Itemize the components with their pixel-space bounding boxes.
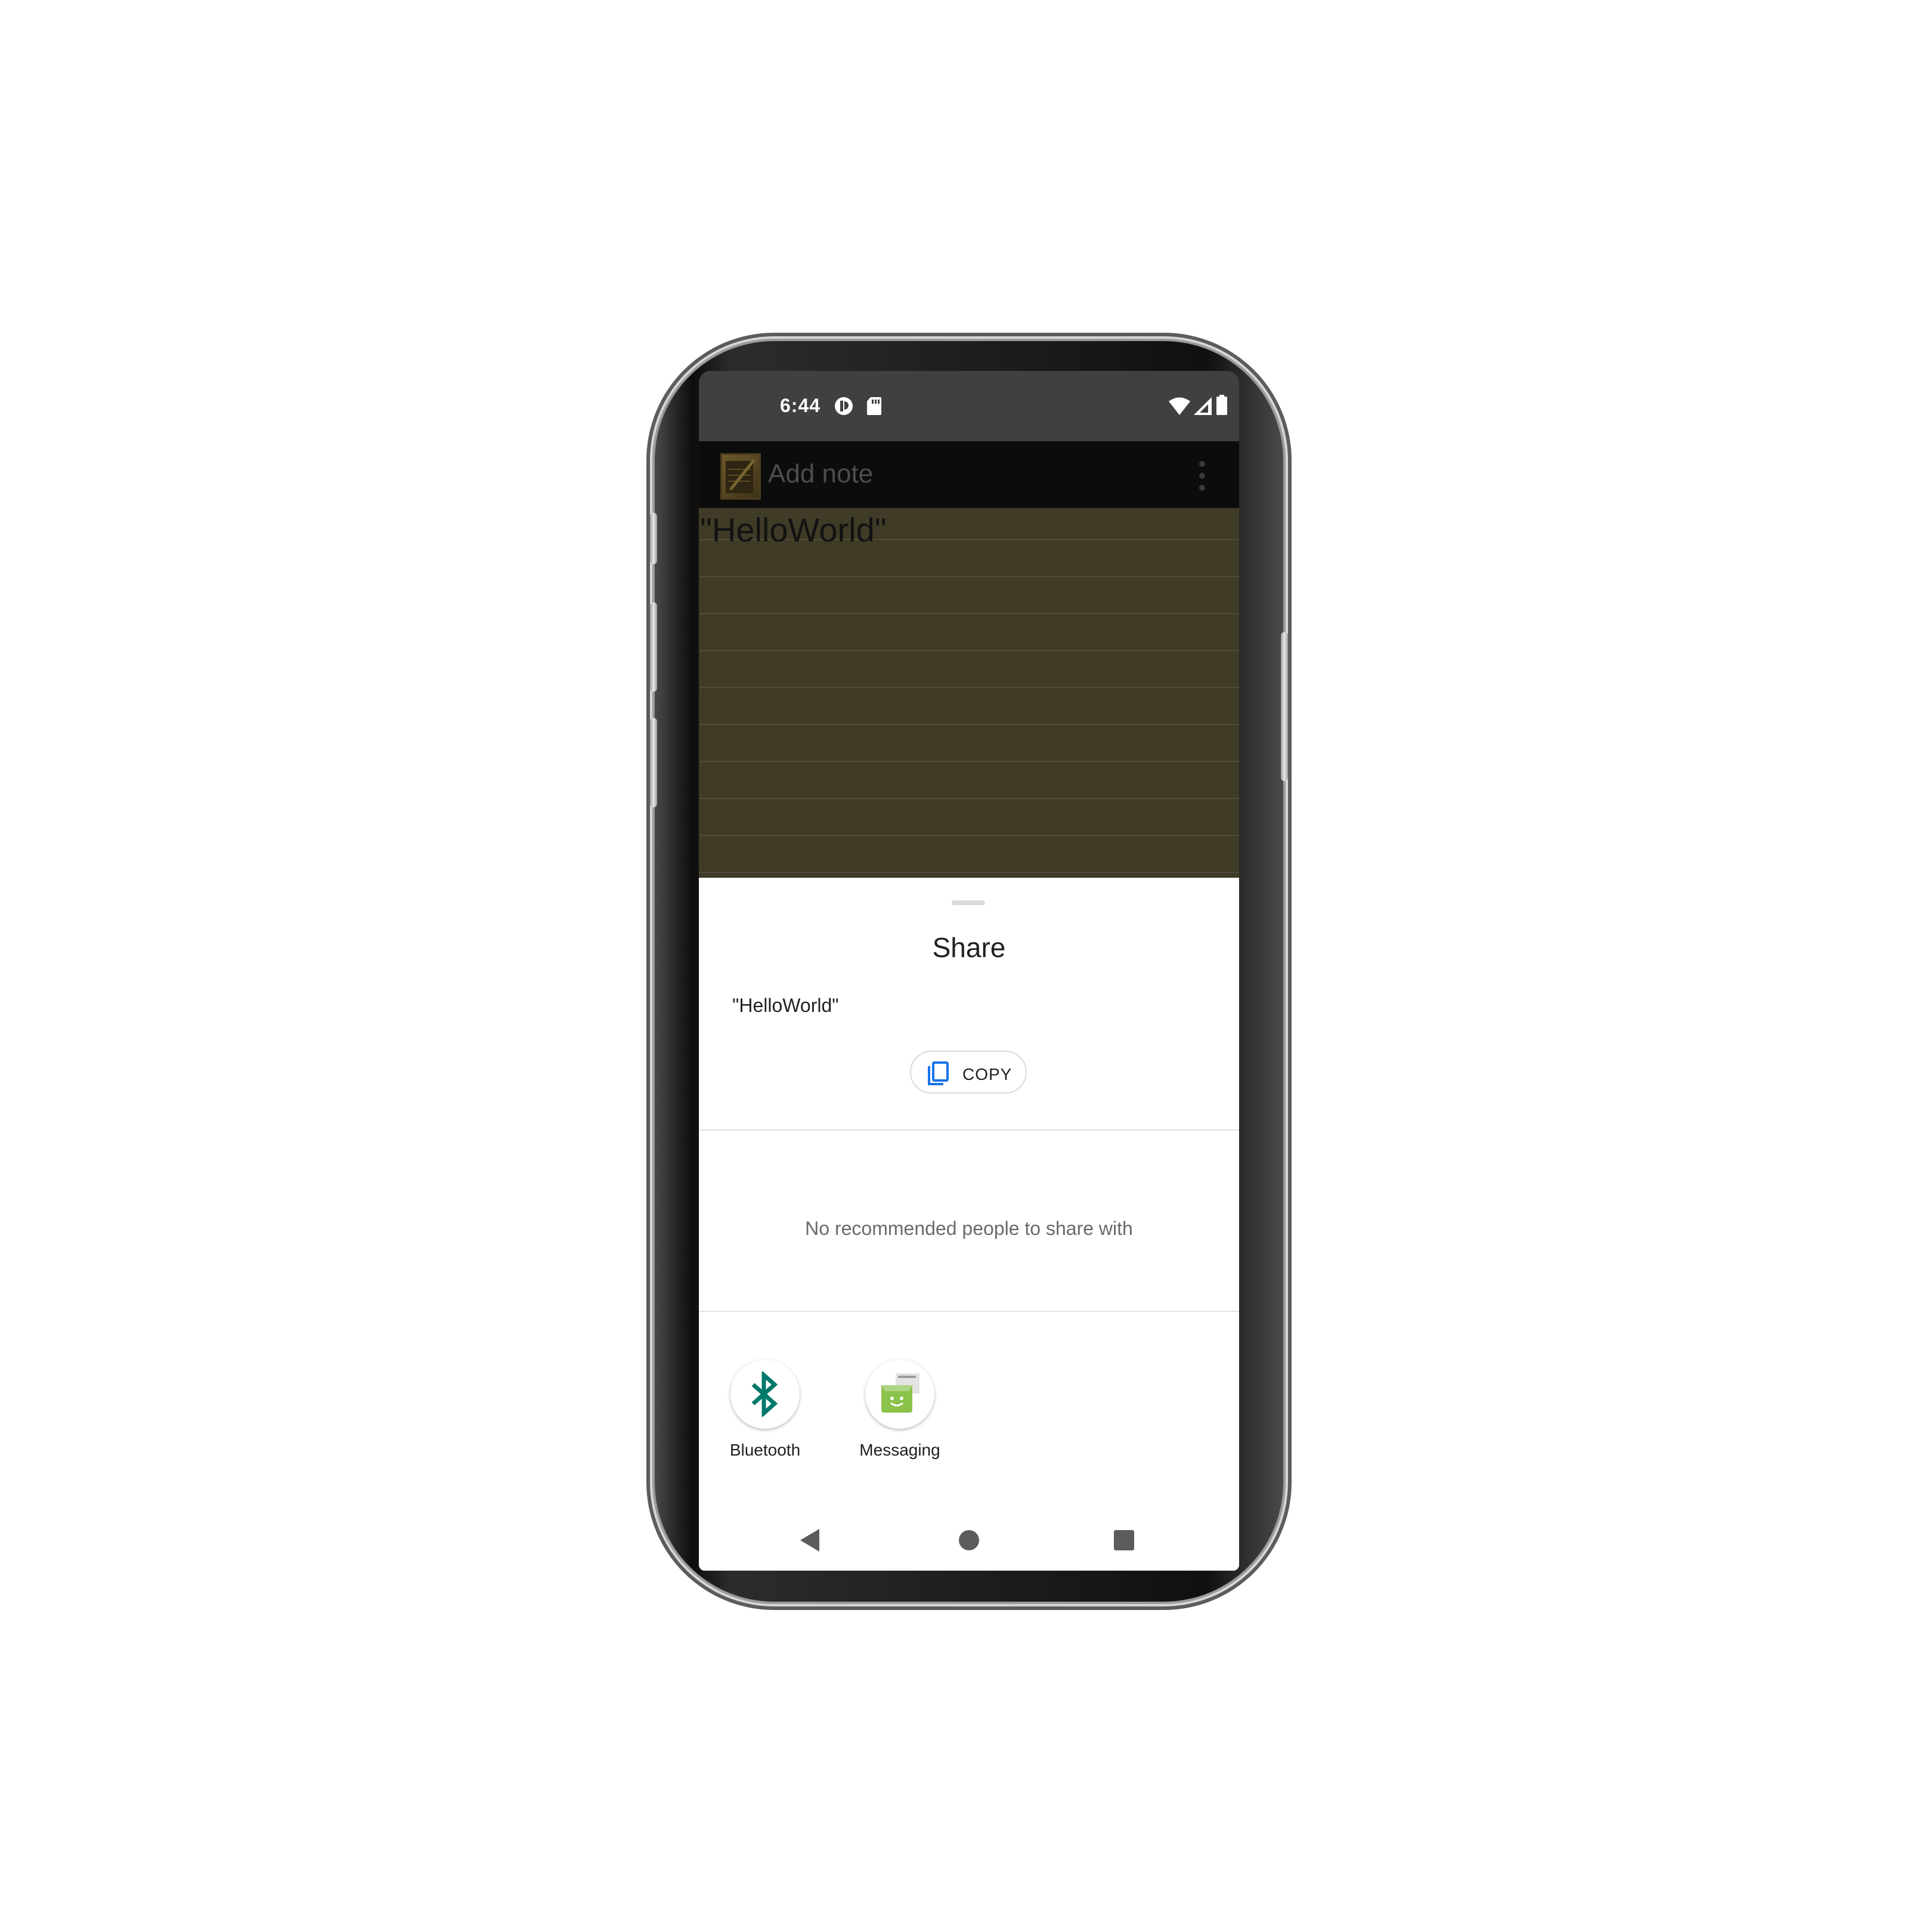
phone-side-button-right (1281, 632, 1288, 781)
home-icon[interactable] (959, 1530, 979, 1553)
phone-side-button-left-2 (650, 602, 657, 692)
sheet-drag-handle[interactable] (952, 900, 985, 905)
phone-side-button-left-1 (650, 513, 657, 564)
copy-icon (927, 1061, 949, 1086)
status-bar: 6:44 (699, 371, 1239, 441)
sd-card-icon (866, 396, 883, 419)
note-editor[interactable]: "HelloWorld" (699, 508, 1239, 878)
status-time: 6:44 (780, 395, 821, 416)
app-bar: Add note (699, 441, 1239, 508)
sheet-divider-top (699, 1129, 1239, 1131)
share-preview-text: "HelloWorld" (732, 995, 839, 1016)
navigation-bar (699, 1509, 1239, 1571)
share-sheet-title: Share (932, 932, 1006, 963)
bluetooth-target-circle (730, 1360, 800, 1429)
no-recommendations-text: No recommended people to share with (805, 1218, 1133, 1239)
play-protect-icon (834, 396, 854, 419)
messaging-icon (881, 1373, 919, 1413)
back-icon[interactable] (800, 1529, 821, 1555)
notepad-app-icon (720, 453, 761, 500)
note-text: "HelloWorld" (700, 511, 887, 549)
phone-screen: 6:44 Add note "HelloWorld" Share "HelloW… (699, 371, 1239, 1571)
share-target-label: Messaging (859, 1441, 940, 1459)
share-sheet: Share "HelloWorld" COPY No recommended p… (699, 878, 1239, 1571)
share-target-bluetooth[interactable]: Bluetooth (714, 1360, 816, 1460)
sheet-divider-bottom (699, 1311, 1239, 1312)
copy-button[interactable]: COPY (910, 1051, 1027, 1094)
wifi-icon (1169, 397, 1190, 418)
messaging-target-circle (865, 1360, 934, 1429)
overflow-menu-icon[interactable] (1199, 459, 1206, 493)
signal-icon (1194, 397, 1212, 418)
bluetooth-icon (751, 1371, 778, 1417)
app-title: Add note (768, 459, 874, 488)
recents-icon[interactable] (1114, 1530, 1134, 1553)
phone-side-button-left-3 (650, 718, 657, 807)
share-target-label: Bluetooth (729, 1441, 801, 1459)
battery-icon (1216, 395, 1227, 418)
share-target-messaging[interactable]: Messaging (849, 1360, 950, 1460)
copy-label: COPY (962, 1065, 1013, 1083)
